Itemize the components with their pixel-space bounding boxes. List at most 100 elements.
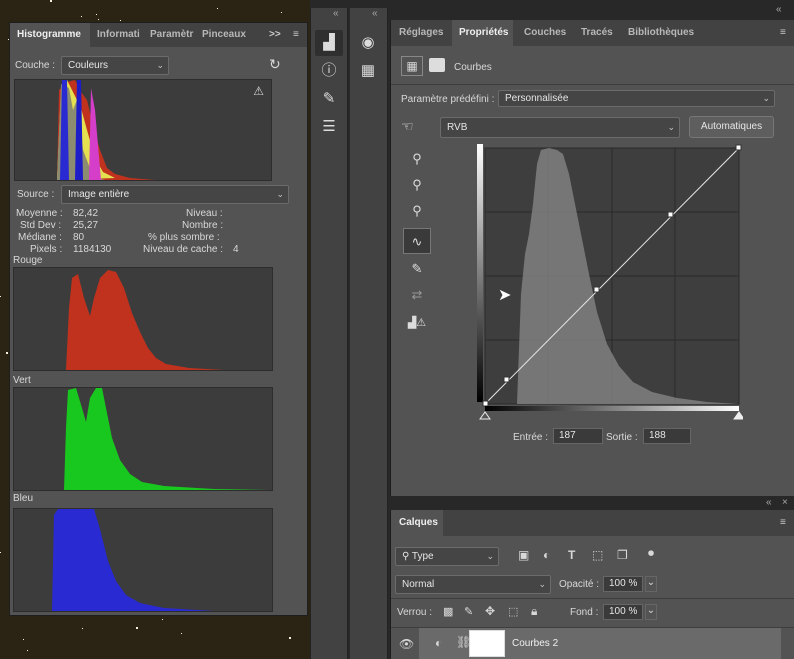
source-label: Source : bbox=[17, 189, 55, 200]
green-histogram-chart bbox=[64, 388, 269, 490]
curves-channel-select[interactable]: RVB ⌄ bbox=[440, 117, 680, 138]
lock-icon[interactable]: 🔒︎ bbox=[531, 604, 537, 619]
tab-histogramme[interactable]: Histogramme bbox=[10, 23, 90, 47]
cursor-pointer-icon: ➤ bbox=[498, 287, 512, 304]
pencil-icon[interactable]: ✎ bbox=[403, 256, 431, 282]
collapse-icon[interactable]: « bbox=[333, 8, 339, 19]
star bbox=[23, 639, 24, 640]
tab-proprietes[interactable]: Propriétés bbox=[452, 20, 513, 46]
panel-menu-icon[interactable]: ≡ bbox=[293, 23, 305, 47]
star bbox=[281, 12, 282, 13]
nombre-label: Nombre : bbox=[182, 220, 224, 231]
star bbox=[81, 16, 82, 17]
palette-icon[interactable]: ◉ bbox=[354, 30, 382, 56]
blend-mode-select[interactable]: Normal ⌄ bbox=[395, 575, 551, 594]
tab-couches[interactable]: Couches bbox=[524, 20, 566, 46]
star bbox=[217, 8, 218, 9]
blend-mode-value: Normal bbox=[402, 579, 435, 590]
filter-select[interactable]: ⚲ Type ⌄ bbox=[395, 547, 499, 566]
stddev-value: 25,27 bbox=[73, 220, 99, 231]
cache-value: 4 bbox=[233, 244, 239, 255]
tab-bibliotheques[interactable]: Bibliothèques bbox=[628, 20, 694, 46]
eyedropper-icon[interactable]: ⚲ bbox=[403, 146, 431, 172]
image-filter-icon[interactable]: ▣ bbox=[518, 548, 529, 562]
star bbox=[98, 19, 99, 20]
chevron-down-icon[interactable]: ⌄ bbox=[645, 576, 657, 592]
input-field[interactable]: 187 bbox=[553, 428, 603, 444]
plus-sombre-label: % plus sombre : bbox=[148, 232, 220, 243]
star bbox=[6, 352, 8, 354]
star bbox=[96, 14, 97, 15]
star bbox=[0, 296, 1, 297]
eye-icon[interactable]: 👁︎ bbox=[399, 637, 414, 651]
niveau-label: Niveau : bbox=[186, 208, 223, 219]
eyedropper-icon[interactable]: ⚲ bbox=[403, 198, 431, 224]
layer-mask-thumbnail[interactable] bbox=[469, 630, 505, 657]
moyenne-label: Moyenne : bbox=[16, 208, 63, 219]
lock-label: Verrou : bbox=[397, 607, 433, 618]
panel-menu-icon[interactable]: ≡ bbox=[780, 510, 792, 536]
lock-transparency-icon[interactable]: ▩ bbox=[443, 605, 453, 618]
tab-informations[interactable]: Informati bbox=[97, 23, 143, 47]
tab-calques[interactable]: Calques bbox=[391, 510, 443, 536]
divider bbox=[391, 598, 794, 599]
auto-button[interactable]: Automatiques bbox=[689, 116, 774, 138]
refresh-icon[interactable]: ↻ bbox=[269, 56, 281, 73]
chevron-down-icon[interactable]: ⌄ bbox=[645, 604, 657, 620]
star bbox=[27, 650, 28, 651]
preset-label: Paramètre prédéfini : bbox=[401, 94, 495, 105]
smart-object-filter-icon[interactable]: ❐ bbox=[617, 548, 628, 562]
chevron-down-icon: ⌄ bbox=[486, 551, 494, 561]
star bbox=[50, 0, 52, 2]
layer-name[interactable]: Courbes 2 bbox=[512, 638, 558, 649]
adjustments-icon[interactable]: ☰ bbox=[315, 114, 343, 140]
close-icon[interactable]: × bbox=[782, 497, 788, 508]
collapse-icon[interactable]: « bbox=[372, 8, 378, 19]
tab-reglages[interactable]: Réglages bbox=[399, 20, 443, 46]
more-tabs-button[interactable]: >> bbox=[269, 23, 283, 47]
curves-graph[interactable] bbox=[477, 144, 743, 424]
histogram-icon[interactable]: ▟ bbox=[315, 30, 343, 56]
lock-artboard-icon[interactable]: ⬚ bbox=[508, 605, 518, 618]
properties-title: Courbes bbox=[454, 62, 492, 73]
channel-select[interactable]: Couleurs ⌄ bbox=[61, 56, 169, 75]
curves-adjustment-icon[interactable]: ▦ bbox=[401, 56, 423, 76]
properties-panel: Réglages Propriétés Couches Tracés Bibli… bbox=[390, 20, 794, 496]
histogram-panel: Histogramme Informati Paramètr Pinceaux … bbox=[9, 22, 308, 616]
mask-icon[interactable] bbox=[429, 58, 445, 72]
blue-histogram-chart bbox=[52, 509, 214, 611]
grid-icon[interactable]: ▦ bbox=[354, 58, 382, 84]
text-filter-icon[interactable]: T bbox=[568, 548, 575, 562]
tab-parametres[interactable]: Paramètr bbox=[150, 23, 194, 47]
info-icon[interactable]: ⓘ bbox=[315, 58, 343, 84]
opacity-field[interactable]: 100 % bbox=[603, 576, 643, 592]
adjustment-filter-icon[interactable]: ◐ bbox=[543, 548, 550, 562]
tab-traces[interactable]: Tracés bbox=[581, 20, 613, 46]
smooth-icon[interactable]: ∿ bbox=[403, 228, 431, 254]
panel-menu-icon[interactable]: ≡ bbox=[780, 20, 792, 46]
preset-select[interactable]: Personnalisée ⌄ bbox=[498, 90, 775, 107]
search-icon: ⚲ bbox=[402, 551, 412, 562]
collapse-icon[interactable]: « bbox=[766, 497, 772, 508]
lock-image-icon[interactable]: ✎ bbox=[464, 605, 473, 618]
chevron-down-icon: ⌄ bbox=[762, 93, 770, 103]
fill-field[interactable]: 100 % bbox=[603, 604, 643, 620]
brush-settings-icon[interactable]: ✎ bbox=[315, 86, 343, 112]
tab-pinceaux[interactable]: Pinceaux bbox=[202, 23, 250, 47]
layer-row[interactable]: ◐ ⛓︎ Courbes 2 bbox=[419, 628, 781, 659]
preset-select-value: Personnalisée bbox=[505, 93, 569, 104]
collapse-icon[interactable]: « bbox=[776, 4, 782, 15]
input-label: Entrée : bbox=[513, 432, 549, 443]
shape-filter-icon[interactable]: ⬚ bbox=[592, 548, 603, 562]
mediane-value: 80 bbox=[73, 232, 85, 243]
source-select[interactable]: Image entière ⌄ bbox=[61, 185, 289, 204]
lock-position-icon[interactable]: ✥ bbox=[485, 604, 495, 618]
targeted-adjustment-icon[interactable]: ☜ bbox=[401, 118, 414, 135]
clipping-warning-icon[interactable]: ▟⚠ bbox=[403, 310, 431, 336]
eyedropper-icon[interactable]: ⚲ bbox=[403, 172, 431, 198]
filter-toggle-icon[interactable]: ⏺ bbox=[648, 546, 654, 561]
smooth-points-icon[interactable]: ⇄ bbox=[403, 282, 431, 308]
warning-icon[interactable]: ⚠ bbox=[253, 84, 264, 98]
output-field[interactable]: 188 bbox=[643, 428, 691, 444]
panel-dock-strip-2: « ◉ ▦ bbox=[350, 8, 388, 659]
